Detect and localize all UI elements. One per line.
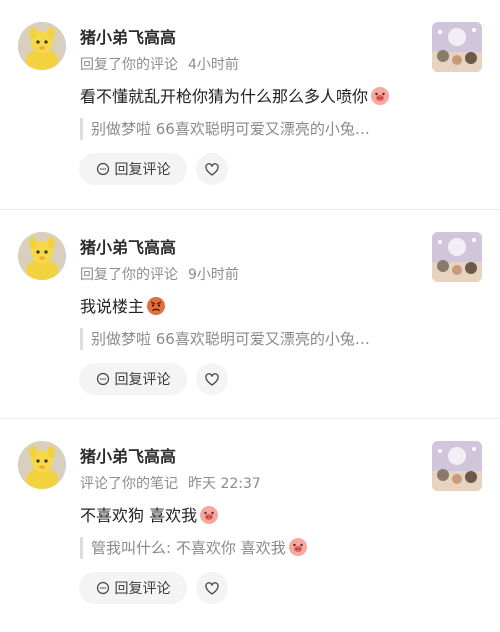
heart-icon — [205, 372, 219, 386]
notification-item[interactable]: 猪小弟飞高高 评论了你的笔记 昨天 22:37 不喜欢狗 喜欢我 管我叫什么: 不… — [0, 418, 500, 627]
heart-icon — [205, 581, 219, 595]
like-button[interactable] — [196, 572, 228, 604]
meta-line: 回复了你的评论 4小时前 — [80, 54, 239, 74]
action-text: 评论了你的笔记 — [80, 476, 178, 492]
meta-line: 回复了你的评论 9小时前 — [80, 264, 239, 284]
action-text: 回复了你的评论 — [80, 267, 178, 283]
reply-label: 回复评论 — [114, 162, 171, 178]
timestamp: 4小时前 — [188, 57, 239, 73]
username[interactable]: 猪小弟飞高高 — [80, 234, 176, 258]
timestamp: 昨天 22:37 — [188, 476, 261, 492]
comment-text: 我说楼主 — [80, 296, 166, 318]
note-thumbnail[interactable] — [432, 441, 482, 491]
action-text: 回复了你的评论 — [80, 57, 178, 73]
avatar[interactable] — [18, 232, 66, 280]
quoted-comment[interactable]: 管我叫什么: 不喜欢你 喜欢我 — [80, 537, 420, 559]
reply-comment-button[interactable]: 回复评论 — [79, 363, 187, 395]
username[interactable]: 猪小弟飞高高 — [80, 24, 176, 48]
note-thumbnail[interactable] — [432, 22, 482, 72]
heart-icon — [205, 162, 219, 176]
avatar[interactable] — [18, 22, 66, 70]
comment-text: 不喜欢狗 喜欢我 — [80, 505, 219, 527]
reply-comment-button[interactable]: 回复评论 — [79, 153, 187, 185]
pig-laugh-emoji — [371, 87, 390, 105]
avatar[interactable] — [18, 441, 66, 489]
notification-item[interactable]: 猪小弟飞高高 回复了你的评论 9小时前 我说楼主 别做梦啦 66喜欢聪明可爱又漂亮… — [0, 209, 500, 418]
quoted-comment[interactable]: 别做梦啦 66喜欢聪明可爱又漂亮的小兔… — [80, 118, 420, 140]
meta-line: 评论了你的笔记 昨天 22:37 — [80, 473, 261, 493]
pig-laugh-emoji — [200, 506, 219, 524]
reply-comment-button[interactable]: 回复评论 — [79, 572, 187, 604]
note-thumbnail[interactable] — [432, 232, 482, 282]
username[interactable]: 猪小弟飞高高 — [80, 443, 176, 467]
like-button[interactable] — [196, 153, 228, 185]
reply-label: 回复评论 — [114, 581, 171, 597]
chat-bubble-icon — [96, 581, 109, 595]
comment-text: 看不懂就乱开枪你猜为什么那么多人喷你 — [80, 86, 390, 108]
pig-laugh-emoji — [288, 538, 307, 556]
angry-face-emoji — [147, 297, 166, 315]
timestamp: 9小时前 — [188, 267, 239, 283]
reply-label: 回复评论 — [114, 372, 171, 388]
notification-item[interactable]: 猪小弟飞高高 回复了你的评论 4小时前 看不懂就乱开枪你猜为什么那么多人喷你 别做… — [0, 0, 500, 209]
chat-bubble-icon — [96, 372, 109, 386]
like-button[interactable] — [196, 363, 228, 395]
chat-bubble-icon — [96, 162, 109, 176]
quoted-comment[interactable]: 别做梦啦 66喜欢聪明可爱又漂亮的小兔… — [80, 328, 420, 350]
notification-list: 猪小弟飞高高 回复了你的评论 4小时前 看不懂就乱开枪你猜为什么那么多人喷你 别做… — [0, 0, 500, 627]
